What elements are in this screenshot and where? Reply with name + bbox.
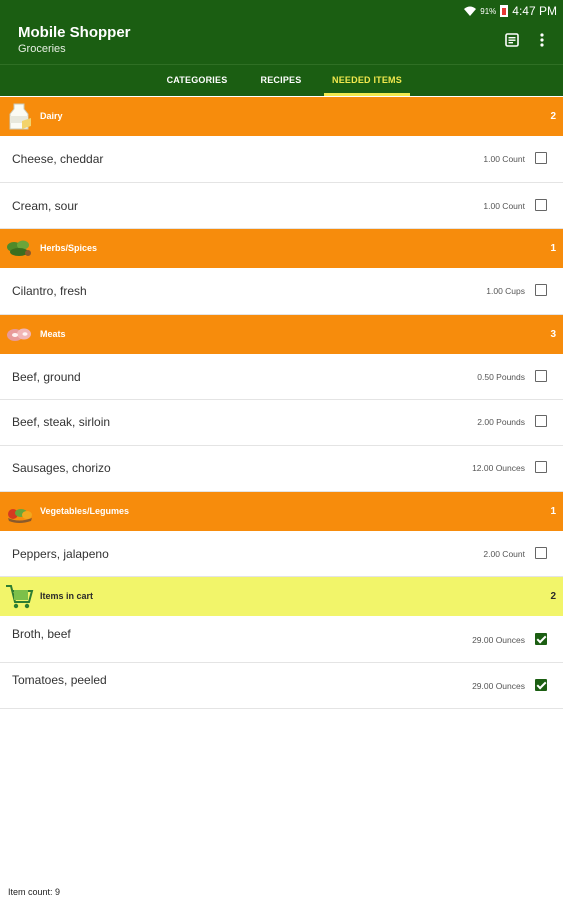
herbs-icon [7, 240, 31, 256]
category-count: 2 [550, 591, 556, 602]
item-name: Beef, steak, sirloin [12, 415, 111, 429]
item-checkbox[interactable] [535, 415, 547, 427]
list-item[interactable]: Broth, beef 29.00 Ounces [0, 616, 563, 663]
more-vert-icon [540, 33, 544, 47]
vegetables-icon [8, 509, 32, 523]
item-checkbox[interactable] [535, 679, 547, 691]
battery-icon [500, 5, 509, 17]
app-bar: 91% 4:47 PM Mobile Shopper Groceries CAT… [0, 0, 563, 96]
item-quantity: 12.00 Ounces [472, 463, 525, 473]
app-title: Mobile Shopper [18, 24, 131, 41]
tab-categories[interactable]: CATEGORIES [158, 65, 236, 96]
category-header-meats[interactable]: Meats 3 [0, 315, 563, 354]
dairy-icon [9, 103, 31, 130]
item-checkbox[interactable] [535, 199, 547, 211]
category-name: Dairy [40, 111, 63, 121]
item-name: Tomatoes, peeled [12, 673, 107, 687]
item-quantity: 2.00 Count [483, 549, 525, 559]
wifi-icon [464, 6, 477, 16]
item-count: Item count: 9 [8, 887, 61, 897]
clock: 4:47 PM [512, 4, 557, 18]
category-header-vegetables-legumes[interactable]: Vegetables/Legumes 1 [0, 492, 563, 531]
cart-icon [6, 585, 34, 609]
item-quantity: 29.00 Ounces [472, 681, 525, 691]
list-item[interactable]: Cream, sour 1.00 Count [0, 183, 563, 229]
list-item[interactable]: Peppers, jalapeno 2.00 Count [0, 531, 563, 577]
item-name: Sausages, chorizo [12, 461, 111, 475]
tab-bar: CATEGORIES RECIPES NEEDED ITEMS [0, 64, 563, 97]
list-item[interactable]: Sausages, chorizo 12.00 Ounces [0, 446, 563, 492]
item-checkbox[interactable] [535, 461, 547, 473]
item-name: Cilantro, fresh [12, 284, 87, 298]
item-quantity: 1.00 Cups [486, 286, 525, 296]
overflow-menu-button[interactable] [532, 30, 552, 50]
item-checkbox[interactable] [535, 284, 547, 296]
status-bar: 91% 4:47 PM [464, 3, 557, 19]
category-name: Vegetables/Legumes [40, 506, 130, 516]
list-item[interactable]: Cheese, cheddar 1.00 Count [0, 136, 563, 183]
category-header-items-in-cart[interactable]: Items in cart 2 [0, 577, 563, 616]
category-name: Herbs/Spices [40, 243, 98, 253]
category-count: 1 [550, 243, 556, 254]
item-quantity: 1.00 Count [483, 154, 525, 164]
category-count: 1 [550, 506, 556, 517]
tab-needed-items[interactable]: NEEDED ITEMS [324, 65, 410, 96]
item-quantity: 2.00 Pounds [477, 417, 525, 427]
item-quantity: 1.00 Count [483, 201, 525, 211]
list-item[interactable]: Tomatoes, peeled 29.00 Ounces [0, 663, 563, 709]
category-count: 2 [550, 111, 556, 122]
battery-percent: 91% [480, 6, 497, 16]
list-item[interactable]: Cilantro, fresh 1.00 Cups [0, 268, 563, 315]
category-name: Items in cart [40, 591, 94, 601]
item-name: Peppers, jalapeno [12, 547, 109, 561]
app-subtitle: Groceries [18, 43, 66, 55]
item-name: Cream, sour [12, 199, 79, 213]
item-name: Beef, ground [12, 370, 81, 384]
category-header-herbs-spices[interactable]: Herbs/Spices 1 [0, 229, 563, 268]
list-view-icon [505, 33, 519, 47]
item-checkbox[interactable] [535, 633, 547, 645]
item-checkbox[interactable] [535, 547, 547, 559]
list-item[interactable]: Beef, steak, sirloin 2.00 Pounds [0, 400, 563, 446]
item-checkbox[interactable] [535, 152, 547, 164]
tab-recipes[interactable]: RECIPES [250, 65, 312, 96]
category-header-dairy[interactable]: Dairy 2 [0, 97, 563, 136]
category-count: 3 [550, 329, 556, 340]
item-checkbox[interactable] [535, 370, 547, 382]
list-view-button[interactable] [502, 30, 522, 50]
list-item[interactable]: Beef, ground 0.50 Pounds [0, 354, 563, 400]
category-name: Meats [40, 329, 66, 339]
item-name: Cheese, cheddar [12, 152, 104, 166]
item-quantity: 29.00 Ounces [472, 635, 525, 645]
item-quantity: 0.50 Pounds [477, 372, 525, 382]
meat-icon [7, 328, 31, 341]
item-name: Broth, beef [12, 627, 71, 641]
